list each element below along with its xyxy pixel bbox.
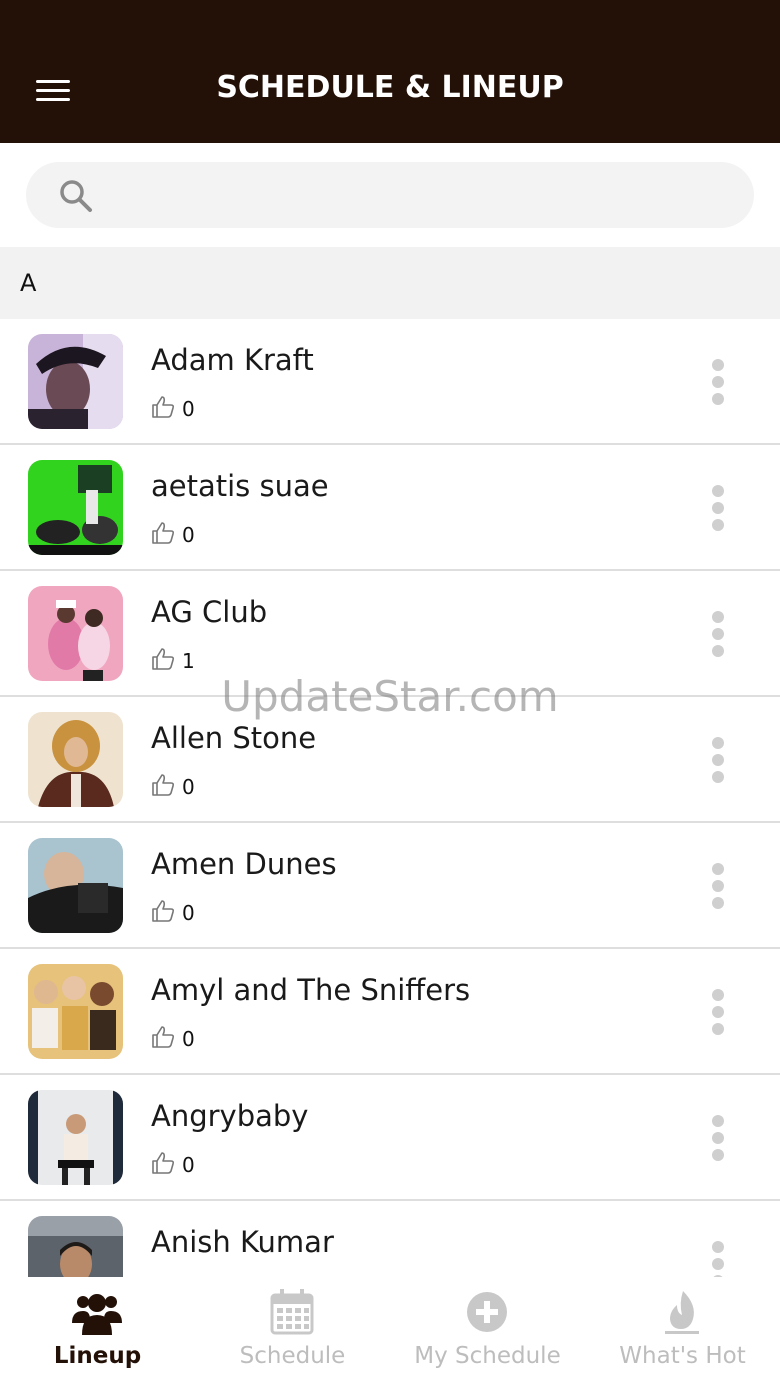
- artist-row[interactable]: Amyl and The Sniffers 0: [0, 949, 780, 1075]
- like-count: 0: [182, 523, 195, 547]
- artist-avatar: [28, 1216, 123, 1277]
- artist-name: Allen Stone: [151, 721, 317, 755]
- tab-label: Schedule: [239, 1343, 346, 1369]
- thumbs-up-icon: [152, 900, 175, 922]
- section-header: A: [0, 247, 780, 319]
- artist-row[interactable]: Allen Stone 0: [0, 697, 780, 823]
- artist-row[interactable]: Anish Kumar: [0, 1201, 780, 1277]
- thumbs-up-icon: [152, 1152, 175, 1174]
- flame-icon: [665, 1291, 699, 1334]
- more-options-icon[interactable]: [708, 1241, 728, 1277]
- artist-avatar: [28, 586, 123, 681]
- bottom-tab-bar: Lineup Schedule My Schedule What's Hot: [0, 1277, 780, 1387]
- artist-name: Anish Kumar: [151, 1225, 334, 1259]
- like-count: 0: [182, 901, 195, 925]
- like-count: 0: [182, 1153, 195, 1177]
- artist-row[interactable]: Angrybaby 0: [0, 1075, 780, 1201]
- thumbs-up-icon: [152, 522, 175, 544]
- like-count: 1: [182, 649, 195, 673]
- artist-name: Adam Kraft: [151, 343, 314, 377]
- thumbs-up-icon: [152, 648, 175, 670]
- like-count: 0: [182, 397, 195, 421]
- artist-list[interactable]: Adam Kraft 0 aetatis suae 0 AG Club 1 Al…: [0, 319, 780, 1277]
- tab-my-schedule[interactable]: My Schedule: [390, 1277, 585, 1387]
- search-icon: [60, 180, 92, 212]
- artist-name: Angrybaby: [151, 1099, 309, 1133]
- more-options-icon[interactable]: [708, 1115, 728, 1161]
- artist-name: AG Club: [151, 595, 268, 629]
- section-letter: A: [20, 269, 37, 297]
- artist-avatar: [28, 334, 123, 429]
- calendar-icon: [270, 1289, 314, 1335]
- like-count: 0: [182, 1027, 195, 1051]
- thumbs-up-icon: [152, 1026, 175, 1048]
- artist-avatar: [28, 460, 123, 555]
- tab-label: Lineup: [53, 1343, 142, 1369]
- thumbs-up-icon: [152, 396, 175, 418]
- more-options-icon[interactable]: [708, 737, 728, 783]
- tab-whats-hot[interactable]: What's Hot: [585, 1277, 780, 1387]
- tab-label: My Schedule: [414, 1343, 561, 1369]
- page-title: SCHEDULE & LINEUP: [216, 70, 564, 105]
- like-count: 0: [182, 775, 195, 799]
- users-icon: [72, 1294, 122, 1335]
- thumbs-up-icon: [152, 774, 175, 796]
- artist-avatar: [28, 838, 123, 933]
- more-options-icon[interactable]: [708, 359, 728, 405]
- artist-row[interactable]: aetatis suae 0: [0, 445, 780, 571]
- more-options-icon[interactable]: [708, 989, 728, 1035]
- more-options-icon[interactable]: [708, 611, 728, 657]
- app-header: SCHEDULE & LINEUP: [0, 0, 780, 143]
- artist-row[interactable]: Adam Kraft 0: [0, 319, 780, 445]
- artist-avatar: [28, 1090, 123, 1185]
- tab-label: What's Hot: [619, 1343, 746, 1369]
- tab-lineup[interactable]: Lineup: [0, 1277, 195, 1387]
- more-options-icon[interactable]: [708, 485, 728, 531]
- artist-row[interactable]: Amen Dunes 0: [0, 823, 780, 949]
- more-options-icon[interactable]: [708, 863, 728, 909]
- artist-name: aetatis suae: [151, 469, 329, 503]
- search-input[interactable]: [110, 172, 730, 218]
- search-bar-container: [0, 143, 780, 247]
- artist-avatar: [28, 712, 123, 807]
- artist-row[interactable]: AG Club 1: [0, 571, 780, 697]
- artist-name: Amen Dunes: [151, 847, 337, 881]
- search-box[interactable]: [26, 162, 754, 228]
- artist-avatar: [28, 964, 123, 1059]
- plus-circle-icon: [467, 1292, 507, 1332]
- tab-schedule[interactable]: Schedule: [195, 1277, 390, 1387]
- artist-name: Amyl and The Sniffers: [151, 973, 471, 1007]
